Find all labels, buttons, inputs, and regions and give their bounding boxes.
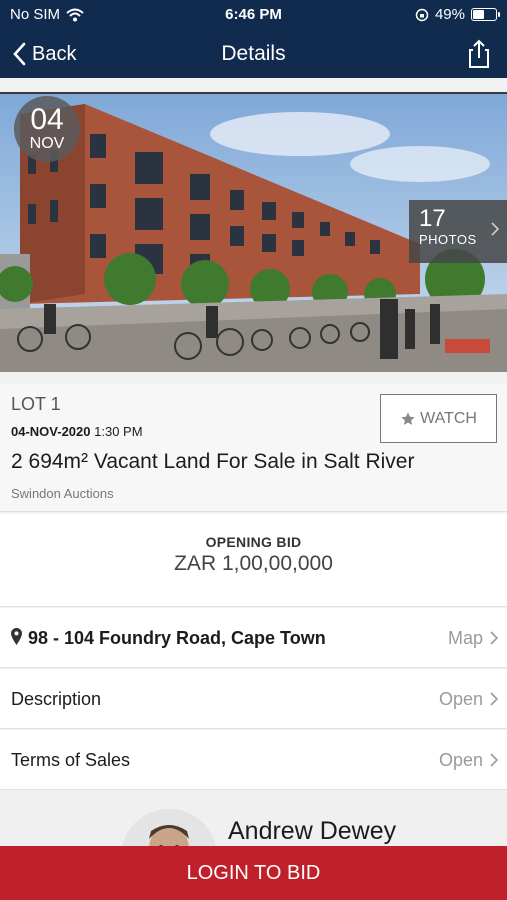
chevron-right-icon — [490, 631, 498, 645]
battery-percent: 49% — [434, 6, 465, 23]
photos-button[interactable]: 17 PHOTOS — [409, 200, 507, 263]
star-icon — [401, 411, 415, 425]
status-right: 49% — [415, 6, 500, 23]
lot-title: 2 694m² Vacant Land For Sale in Salt Riv… — [11, 450, 415, 473]
description-open-link[interactable]: Open — [439, 689, 483, 710]
login-to-bid-button[interactable]: LOGIN TO BID — [0, 846, 507, 900]
location-pin-icon — [11, 628, 22, 645]
agent-name: Andrew Dewey — [228, 817, 397, 845]
opening-bid-label: OPENING BID — [205, 534, 302, 550]
lot-number: LOT 1 — [11, 394, 61, 414]
nav-bar: Back Details — [0, 30, 507, 78]
battery-icon — [471, 8, 500, 21]
watch-label: WATCH — [420, 409, 477, 427]
terms-row[interactable]: Terms of Sales Open — [0, 730, 507, 790]
opening-bid-section: OPENING BID ZAR 1,00,00,000 — [0, 514, 507, 607]
watch-button[interactable]: WATCH — [380, 394, 497, 443]
agent-section: Andrew Dewey — [0, 791, 507, 851]
chevron-right-icon — [490, 753, 498, 767]
lot-time: 1:30 PM — [94, 424, 143, 439]
terms-label: Terms of Sales — [11, 750, 131, 770]
opening-bid-value: ZAR 1,00,00,000 — [174, 552, 333, 575]
lot-datetime: 04-NOV-2020 1:30 PM — [11, 424, 143, 439]
description-row[interactable]: Description Open — [0, 669, 507, 729]
divider — [0, 78, 507, 94]
status-bar: No SIM 6:46 PM 49% — [0, 0, 507, 30]
address-row[interactable]: 98 - 104 Foundry Road, Cape Town Map — [0, 608, 507, 668]
lot-date: 04-NOV-2020 — [11, 424, 91, 439]
description-label: Description — [11, 689, 102, 709]
terms-open-link[interactable]: Open — [439, 750, 483, 771]
page-title: Details — [221, 42, 286, 65]
map-link[interactable]: Map — [448, 628, 483, 649]
avatar — [121, 809, 217, 851]
date-day: 04 — [30, 103, 64, 136]
auctioneer-name: Swindon Auctions — [11, 486, 114, 501]
person-icon — [121, 809, 217, 851]
chevron-right-icon — [491, 222, 499, 236]
auction-date-badge: 04 NOV — [14, 96, 80, 162]
date-month: NOV — [29, 135, 65, 152]
address-label: 98 - 104 Foundry Road, Cape Town — [28, 628, 326, 648]
chevron-right-icon — [490, 692, 498, 706]
share-icon[interactable] — [463, 38, 495, 70]
orientation-lock-icon — [415, 8, 429, 21]
